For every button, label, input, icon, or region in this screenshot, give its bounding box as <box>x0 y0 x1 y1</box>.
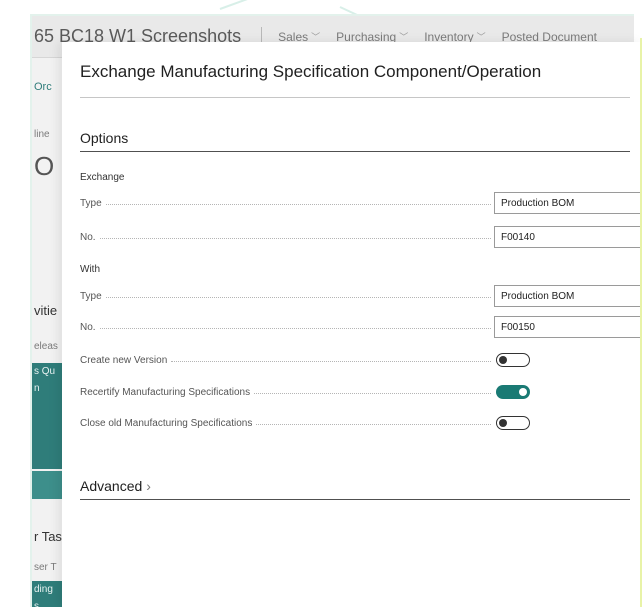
side-tile: ding s <box>32 581 64 607</box>
side-text: line <box>34 129 50 140</box>
with-type-label: Type <box>80 291 493 302</box>
create-new-version-row: Create new Version <box>80 349 642 371</box>
with-group-label: With <box>80 264 100 275</box>
app-side-fragment: Orc line O vitie eleas s Qu n r Tas ser … <box>32 59 64 607</box>
exchange-no-row: No. F00140 <box>80 226 642 248</box>
close-old-label: Close old Manufacturing Specifications <box>80 418 493 429</box>
exchange-dialog: Exchange Manufacturing Specification Com… <box>62 42 642 607</box>
side-text: O <box>34 151 55 181</box>
close-old-row: Close old Manufacturing Specifications <box>80 412 642 434</box>
with-type-row: Type Production BOM <box>80 285 642 307</box>
dialog-title: Exchange Manufacturing Specification Com… <box>80 62 542 81</box>
advanced-section-header[interactable]: Advanced › <box>80 478 630 500</box>
side-tile: s Qu n <box>32 363 64 469</box>
side-text: eleas <box>34 341 58 352</box>
with-no-label: No. <box>80 322 493 333</box>
create-new-version-label: Create new Version <box>80 355 493 366</box>
close-old-toggle[interactable] <box>496 416 530 430</box>
recertify-toggle[interactable] <box>496 385 530 399</box>
advanced-header-label: Advanced <box>80 478 143 494</box>
exchange-type-row: Type Production BOM <box>80 192 642 214</box>
exchange-group-label: Exchange <box>80 172 125 183</box>
recertify-label: Recertify Manufacturing Specifications <box>80 387 493 398</box>
chevron-right-icon: › <box>146 478 151 494</box>
with-no-field[interactable]: F00150 <box>494 316 642 338</box>
recertify-row: Recertify Manufacturing Specifications <box>80 381 642 403</box>
side-text: vitie <box>34 303 58 318</box>
exchange-type-label: Type <box>80 198 493 209</box>
exchange-no-label: No. <box>80 232 493 243</box>
with-no-row: No. F00150 <box>80 316 642 338</box>
side-tile <box>32 471 64 499</box>
side-text: ser T <box>34 562 57 573</box>
divider <box>80 97 630 98</box>
side-text: r Tas <box>34 529 62 544</box>
side-text: Orc <box>34 81 52 93</box>
options-header-label: Options <box>80 130 129 146</box>
create-new-version-toggle[interactable] <box>496 353 530 367</box>
exchange-no-field[interactable]: F00140 <box>494 226 642 248</box>
exchange-type-field[interactable]: Production BOM <box>494 192 642 214</box>
with-type-field[interactable]: Production BOM <box>494 285 642 307</box>
options-section-header[interactable]: Options <box>80 130 630 152</box>
